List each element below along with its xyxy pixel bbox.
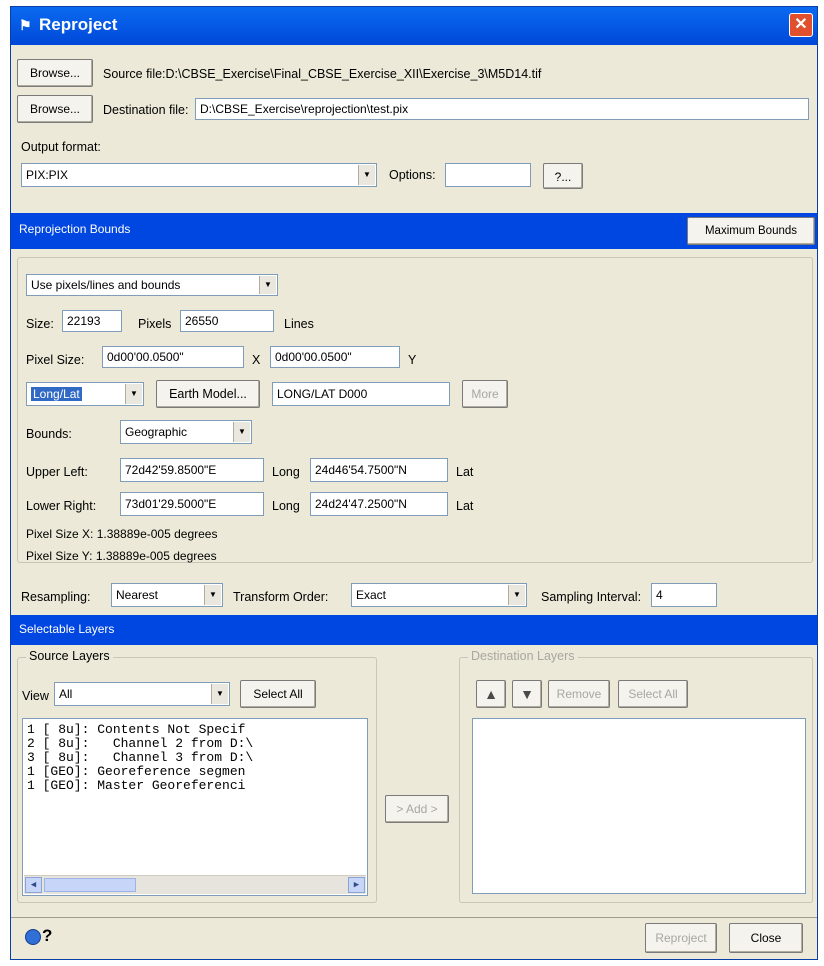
upper-left-long-input[interactable]: 72d42'59.8500"E — [120, 458, 264, 482]
more-button[interactable]: More — [462, 380, 508, 408]
move-down-icon[interactable]: ▼ — [512, 680, 542, 708]
chevron-down-icon: ▼ — [233, 422, 250, 442]
move-up-icon[interactable]: ▲ — [476, 680, 506, 708]
destination-layers-list[interactable] — [472, 718, 806, 894]
chevron-down-icon: ▼ — [211, 684, 228, 704]
bounds-type-value: Geographic — [125, 425, 188, 439]
help-button[interactable]: ? — [25, 925, 55, 949]
upper-left-lat-label: Lat — [456, 465, 474, 479]
upper-left-long-label: Long — [272, 465, 300, 479]
destination-file-label: Destination file: — [103, 103, 189, 117]
size-pixels-input[interactable]: 22193 — [62, 310, 122, 332]
help-question-mark: ? — [42, 926, 53, 945]
selectable-layers-header: Selectable Layers — [11, 615, 817, 645]
output-format-select[interactable]: PIX:PIX ▼ — [21, 163, 377, 187]
list-item[interactable]: 2 [ 8u]: Channel 2 from D:\ — [27, 737, 367, 751]
projection-string-input[interactable]: LONG/LAT D000 — [272, 382, 450, 406]
bounds-label: Bounds: — [26, 427, 72, 441]
horizontal-scrollbar[interactable]: ◀ ▶ — [24, 875, 366, 894]
chevron-down-icon: ▼ — [204, 585, 221, 605]
source-browse-button[interactable]: Browse... — [17, 59, 93, 87]
pixel-size-y-input[interactable]: 0d00'00.0500" — [270, 346, 400, 368]
destination-file-input[interactable]: D:\CBSE_Exercise\reprojection\test.pix — [195, 98, 809, 120]
list-item[interactable]: 1 [ 8u]: Contents Not Specif — [27, 723, 367, 737]
pixel-size-x-input[interactable]: 0d00'00.0500" — [102, 346, 244, 368]
chevron-down-icon: ▼ — [358, 165, 375, 185]
resampling-value: Nearest — [116, 588, 159, 602]
destination-browse-button[interactable]: Browse... — [17, 95, 93, 123]
bounds-mode-select[interactable]: Use pixels/lines and bounds ▼ — [26, 274, 278, 296]
lower-right-lat-label: Lat — [456, 499, 474, 513]
source-select-all-button[interactable]: Select All — [240, 680, 316, 708]
y-label: Y — [408, 353, 417, 367]
bounds-mode-value: Use pixels/lines and bounds — [31, 278, 181, 292]
scroll-right-icon[interactable]: ▶ — [348, 877, 365, 893]
list-item[interactable]: 1 [GEO]: Georeference segmen — [27, 765, 367, 779]
maximum-bounds-button[interactable]: Maximum Bounds — [687, 217, 815, 245]
selectable-layers-title: Selectable Layers — [19, 622, 115, 636]
earth-model-button[interactable]: Earth Model... — [156, 380, 260, 408]
upper-left-label: Upper Left: — [26, 465, 88, 479]
view-value: All — [59, 687, 73, 701]
source-layers-group: Source Layers View All ▼ Select All 1 [ … — [17, 649, 377, 903]
add-layer-button[interactable]: > Add > — [385, 795, 449, 823]
options-help-button[interactable]: ?... — [543, 163, 583, 189]
footer-divider — [11, 917, 817, 918]
projection-value: Long/Lat — [31, 387, 82, 401]
x-label: X — [252, 353, 261, 367]
sampling-interval-label: Sampling Interval: — [541, 590, 642, 604]
options-input[interactable] — [445, 163, 531, 187]
transform-order-label: Transform Order: — [233, 590, 329, 604]
lower-right-long-label: Long — [272, 499, 300, 513]
projection-select[interactable]: Long/Lat ▼ — [26, 382, 144, 406]
destination-layers-group: Destination Layers ▲ ▼ Remove Select All — [459, 649, 813, 903]
pixel-size-x-info: Pixel Size X: 1.38889e-005 degrees — [26, 527, 218, 541]
reprojection-bounds-title: Reprojection Bounds — [19, 222, 131, 236]
source-layers-title: Source Layers — [26, 649, 113, 663]
resampling-select[interactable]: Nearest ▼ — [111, 583, 223, 607]
pixels-label: Pixels — [138, 317, 172, 331]
reproject-button[interactable]: Reproject — [645, 923, 717, 953]
list-item[interactable]: 3 [ 8u]: Channel 3 from D:\ — [27, 751, 367, 765]
transform-order-select[interactable]: Exact ▼ — [351, 583, 527, 607]
scroll-left-icon[interactable]: ◀ — [25, 877, 42, 893]
destination-layers-title: Destination Layers — [468, 649, 578, 663]
lower-right-long-input[interactable]: 73d01'29.5000"E — [120, 492, 264, 516]
resampling-label: Resampling: — [21, 590, 91, 604]
lower-right-lat-input[interactable]: 24d24'47.2500"N — [310, 492, 448, 516]
options-label: Options: — [389, 168, 436, 182]
close-button[interactable]: Close — [729, 923, 803, 953]
bounds-type-select[interactable]: Geographic ▼ — [120, 420, 252, 444]
upper-left-lat-input[interactable]: 24d46'54.7500"N — [310, 458, 448, 482]
size-label: Size: — [26, 317, 54, 331]
chevron-down-icon: ▼ — [125, 384, 142, 404]
bounds-group: Use pixels/lines and bounds ▼ Size: 2219… — [17, 257, 813, 563]
destination-select-all-button[interactable]: Select All — [618, 680, 688, 708]
pixel-size-y-info: Pixel Size Y: 1.38889e-005 degrees — [26, 549, 217, 563]
scrollbar-thumb[interactable] — [44, 878, 136, 892]
close-window-button[interactable]: ✕ — [789, 13, 813, 37]
view-label: View — [22, 689, 49, 703]
chevron-down-icon: ▼ — [259, 276, 276, 294]
chevron-down-icon: ▼ — [508, 585, 525, 605]
list-item[interactable]: 1 [GEO]: Master Georeferenci — [27, 779, 367, 793]
help-icon — [25, 929, 41, 945]
source-layers-list[interactable]: 1 [ 8u]: Contents Not Specif 2 [ 8u]: Ch… — [22, 718, 368, 896]
window-title: Reproject — [39, 15, 118, 34]
view-select[interactable]: All ▼ — [54, 682, 230, 706]
output-format-label: Output format: — [21, 140, 101, 154]
source-file-label: Source file:D:\CBSE_Exercise\Final_CBSE_… — [103, 67, 542, 81]
size-lines-input[interactable]: 26550 — [180, 310, 274, 332]
remove-button[interactable]: Remove — [548, 680, 610, 708]
pixel-size-label: Pixel Size: — [26, 353, 85, 367]
reproject-dialog: ⚑ Reproject ✕ Browse... Source file:D:\C… — [10, 6, 818, 960]
sampling-interval-input[interactable]: 4 — [651, 583, 717, 607]
output-format-value: PIX:PIX — [26, 168, 69, 182]
lines-label: Lines — [284, 317, 314, 331]
app-icon: ⚑ — [19, 17, 32, 33]
transform-order-value: Exact — [356, 588, 387, 602]
title-bar: ⚑ Reproject ✕ — [11, 7, 817, 45]
lower-right-label: Lower Right: — [26, 499, 97, 513]
